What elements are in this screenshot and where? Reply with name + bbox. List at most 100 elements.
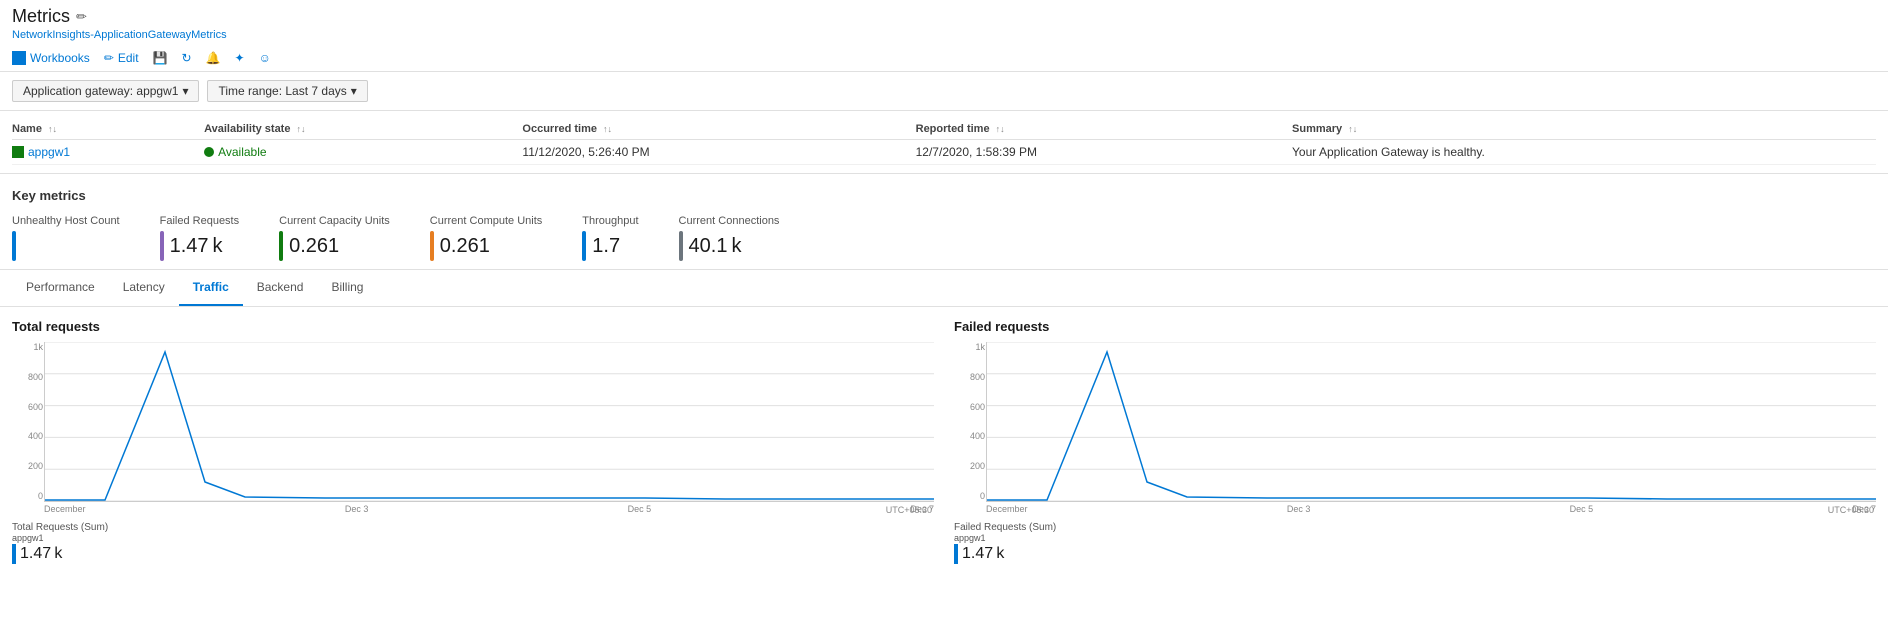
- refresh-icon: ↻: [182, 51, 192, 65]
- bell-icon: 🔔: [206, 51, 221, 65]
- y-axis-failed: 1k8006004002000: [959, 342, 985, 501]
- cell-availability: Available: [204, 140, 522, 165]
- charts-section: Total requests 1k8006004002000 UTC+: [0, 307, 1888, 576]
- sort-icon: ↑↓: [1348, 124, 1357, 134]
- metric-value-row: 1.7: [582, 231, 638, 261]
- x-axis-failed: DecemberDec 3Dec 5Dec 7: [986, 502, 1876, 514]
- chevron-down-icon: ▾: [182, 84, 188, 98]
- cell-reported: 12/7/2020, 1:58:39 PM: [916, 140, 1292, 165]
- col-availability[interactable]: Availability state ↑↓: [204, 119, 522, 140]
- col-occurred[interactable]: Occurred time ↑↓: [522, 119, 915, 140]
- metric-label: Current Connections: [679, 215, 780, 227]
- page-title: Metrics: [12, 6, 70, 27]
- tab-traffic[interactable]: Traffic: [179, 270, 243, 306]
- save-button[interactable]: 💾: [153, 51, 168, 65]
- metric-bar: [430, 231, 434, 261]
- feedback-icon: ☺: [259, 51, 271, 65]
- metric-label: Throughput: [582, 215, 638, 227]
- metric-bar: [12, 231, 16, 261]
- health-table-section: Name ↑↓ Availability state ↑↓ Occurred t…: [0, 111, 1888, 174]
- legend-value-total: 1.47 k: [12, 544, 934, 564]
- metric-value: 0.261: [440, 235, 490, 258]
- key-metrics-section: Key metrics Unhealthy Host Count Failed …: [0, 174, 1888, 270]
- tabs-section: PerformanceLatencyTrafficBackendBilling: [0, 270, 1888, 307]
- metric-value-row: 40.1 k: [679, 231, 780, 261]
- metric-label: Current Capacity Units: [279, 215, 390, 227]
- metric-value: 0.261: [289, 235, 339, 258]
- metric-value-row: 0.261: [279, 231, 390, 261]
- tab-latency[interactable]: Latency: [109, 270, 179, 306]
- timerange-filter[interactable]: Time range: Last 7 days ▾: [207, 80, 367, 102]
- tab-billing[interactable]: Billing: [317, 270, 377, 306]
- total-requests-chart: Total requests 1k8006004002000 UTC+: [12, 319, 934, 564]
- metric-item: Failed Requests 1.47 k: [160, 215, 240, 261]
- tabs-container: PerformanceLatencyTrafficBackendBilling: [12, 270, 1876, 306]
- breadcrumb[interactable]: NetworkInsights-ApplicationGatewayMetric…: [12, 29, 1876, 41]
- edit-title-icon[interactable]: ✏: [76, 9, 87, 25]
- legend-label-failed: Failed Requests (Sum) appgw1: [954, 522, 1876, 544]
- total-requests-area: 1k8006004002000 UTC+05:30: [44, 342, 934, 502]
- workbooks-button[interactable]: Workbooks: [12, 51, 90, 65]
- chevron-down-icon: ▾: [351, 84, 357, 98]
- failed-requests-title: Failed requests: [954, 319, 1876, 334]
- failed-requests-legend: Failed Requests (Sum) appgw1 1.47 k: [954, 522, 1876, 564]
- status-dot: [204, 147, 214, 157]
- col-summary[interactable]: Summary ↑↓: [1292, 119, 1876, 140]
- sort-icon: ↑↓: [297, 124, 306, 134]
- x-axis-total: DecemberDec 3Dec 5Dec 7: [44, 502, 934, 514]
- metric-value: 40.1 k: [689, 235, 742, 258]
- total-requests-title: Total requests: [12, 319, 934, 334]
- total-requests-svg: [45, 342, 934, 501]
- metrics-row: Unhealthy Host Count Failed Requests 1.4…: [12, 215, 1876, 261]
- legend-bar-failed: [954, 544, 958, 564]
- metric-bar: [679, 231, 683, 261]
- cell-name[interactable]: appgw1: [12, 140, 204, 165]
- metric-item: Unhealthy Host Count: [12, 215, 120, 261]
- table-row: appgw1 Available 11/12/2020, 5:26:40 PM …: [12, 140, 1876, 165]
- utc-label-failed: UTC+05:30: [1828, 505, 1874, 515]
- alerts-button[interactable]: 🔔: [206, 51, 221, 65]
- metric-item: Throughput 1.7: [582, 215, 638, 261]
- feedback-button[interactable]: ☺: [259, 51, 271, 65]
- metric-label: Current Compute Units: [430, 215, 543, 227]
- metric-bar: [279, 231, 283, 261]
- filter-bar: Application gateway: appgw1 ▾ Time range…: [0, 72, 1888, 111]
- cell-summary: Your Application Gateway is healthy.: [1292, 140, 1876, 165]
- share-icon: ✦: [235, 51, 245, 65]
- metric-bar: [582, 231, 586, 261]
- utc-label-total: UTC+05:30: [886, 505, 932, 515]
- total-requests-legend: Total Requests (Sum) appgw1 1.47 k: [12, 522, 934, 564]
- y-axis-total: 1k8006004002000: [17, 342, 43, 501]
- cell-occurred: 11/12/2020, 5:26:40 PM: [522, 140, 915, 165]
- metric-label: Unhealthy Host Count: [12, 215, 120, 227]
- col-name[interactable]: Name ↑↓: [12, 119, 204, 140]
- metric-label: Failed Requests: [160, 215, 240, 227]
- metric-value: 1.47 k: [170, 235, 223, 258]
- toolbar: Workbooks ✏ Edit 💾 ↻ 🔔 ✦ ☺: [12, 45, 1876, 71]
- tab-backend[interactable]: Backend: [243, 270, 318, 306]
- metric-item: Current Capacity Units 0.261: [279, 215, 390, 261]
- col-reported[interactable]: Reported time ↑↓: [916, 119, 1292, 140]
- failed-requests-area: 1k8006004002000 UTC+05:30: [986, 342, 1876, 502]
- gateway-filter[interactable]: Application gateway: appgw1 ▾: [12, 80, 199, 102]
- sort-icon: ↑↓: [603, 124, 612, 134]
- metric-bar: [160, 231, 164, 261]
- resource-icon: [12, 146, 24, 158]
- refresh-button[interactable]: ↻: [182, 51, 192, 65]
- edit-button[interactable]: ✏ Edit: [104, 51, 139, 65]
- failed-requests-chart: Failed requests 1k8006004002000 UTC+05:3…: [954, 319, 1876, 564]
- sort-icon: ↑↓: [996, 124, 1005, 134]
- workbooks-icon: [12, 51, 26, 65]
- share-button[interactable]: ✦: [235, 51, 245, 65]
- legend-label-total: Total Requests (Sum) appgw1: [12, 522, 934, 544]
- tab-performance[interactable]: Performance: [12, 270, 109, 306]
- metric-value-row: 1.47 k: [160, 231, 240, 261]
- legend-bar-total: [12, 544, 16, 564]
- metric-item: Current Connections 40.1 k: [679, 215, 780, 261]
- failed-requests-svg: [987, 342, 1876, 501]
- sort-icon: ↑↓: [48, 124, 57, 134]
- edit-icon: ✏: [104, 51, 114, 65]
- health-table: Name ↑↓ Availability state ↑↓ Occurred t…: [12, 119, 1876, 165]
- metric-value: 1.7: [592, 235, 620, 258]
- key-metrics-title: Key metrics: [12, 188, 1876, 203]
